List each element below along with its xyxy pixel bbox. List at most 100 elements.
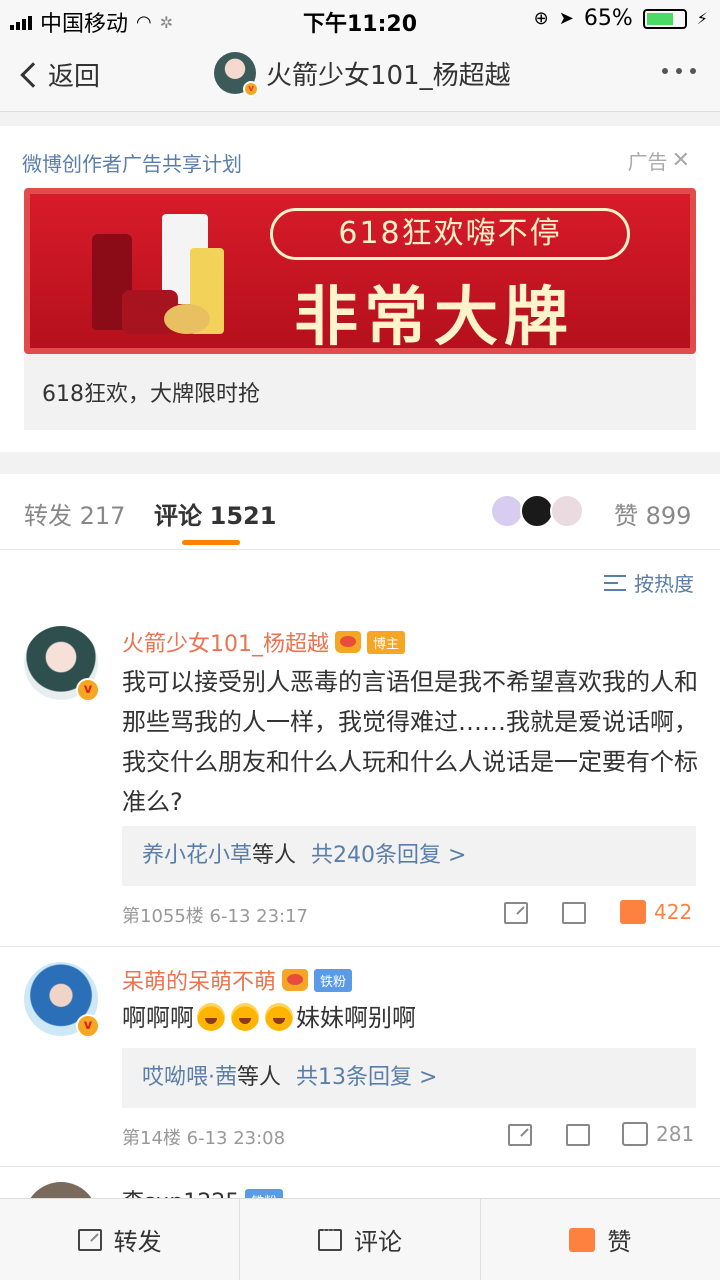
- ad-tag: 广告: [627, 150, 668, 174]
- comment-text-part: 啊啊啊: [122, 1004, 194, 1032]
- reply-comment-button[interactable]: [566, 1118, 590, 1146]
- like-count: 422: [654, 900, 693, 924]
- like-comment-button[interactable]: 422: [620, 900, 692, 924]
- reply-count: 共13条回复 >: [296, 1065, 438, 1090]
- repost-button[interactable]: 转发: [0, 1199, 241, 1280]
- tab-repost-label: 转发: [24, 502, 72, 530]
- active-tab-indicator: [182, 540, 240, 545]
- reply-middle: 等人: [237, 1065, 282, 1090]
- comment-username[interactable]: 火箭少女101_杨超越 博主: [122, 626, 406, 658]
- location-icon: ➤: [558, 8, 574, 29]
- navigation-bar: 返回 v 火箭少女101_杨超越: [0, 36, 720, 112]
- ad-caption[interactable]: 618狂欢，大牌限时抢: [24, 354, 696, 430]
- comment-username[interactable]: 呆萌的呆萌不萌 铁粉: [122, 964, 353, 996]
- crown-icon: [335, 631, 361, 653]
- verified-icon: v: [76, 1014, 100, 1038]
- rotation-lock-icon: ⊕: [533, 8, 549, 29]
- ad-close-button[interactable]: 广告 ✕: [628, 146, 690, 175]
- reply-users: 哎呦喂·茜: [142, 1065, 237, 1090]
- comment-icon: [562, 896, 586, 924]
- share-icon: [508, 1124, 532, 1146]
- battery-percent: 65%: [583, 6, 633, 31]
- interaction-tabs: 转发 217 评论 1521 赞 899: [0, 474, 720, 550]
- laughing-emoji-icon: [197, 1003, 225, 1031]
- ad-sponsor-title[interactable]: 微博创作者广告共享计划: [22, 148, 242, 177]
- comment-floor: 第14楼: [122, 1128, 181, 1149]
- back-label: 返回: [48, 62, 101, 92]
- avatar[interactable]: v: [24, 626, 100, 702]
- divider: [0, 946, 720, 947]
- sort-label: 按热度: [634, 572, 694, 596]
- blogger-badge: 博主: [367, 630, 406, 654]
- product-capsules-icon: [164, 304, 210, 334]
- liker-avatar: [520, 494, 554, 528]
- comment-replies-link[interactable]: 哎呦喂·茜等人 共13条回复 >: [122, 1048, 696, 1108]
- comment-floor: 第1055楼: [122, 906, 204, 927]
- liker-avatars[interactable]: [490, 494, 584, 528]
- comment-replies-link[interactable]: 养小花小草等人 共240条回复 >: [122, 826, 696, 886]
- repost-comment-button[interactable]: [508, 1124, 532, 1146]
- comment-text: 啊啊啊 妹妹啊别啊: [122, 998, 698, 1038]
- repost-comment-button[interactable]: [504, 902, 528, 924]
- comment-button[interactable]: 评论: [240, 1199, 481, 1280]
- like-count: 281: [656, 1122, 695, 1146]
- comment-meta: 第14楼 6-13 23:08: [122, 1124, 285, 1150]
- reply-users: 养小花小草: [142, 843, 253, 868]
- bottom-toolbar: 转发 评论 赞: [0, 1198, 720, 1280]
- back-button[interactable]: 返回: [18, 56, 100, 93]
- tab-repost-count: 217: [79, 502, 126, 530]
- chevron-left-icon: [20, 61, 46, 88]
- reply-comment-button[interactable]: [562, 896, 586, 924]
- comment-time: 6-13 23:17: [209, 906, 308, 927]
- tab-like-label: 赞: [614, 502, 638, 530]
- avatar[interactable]: v: [24, 962, 100, 1038]
- comment-username-text: 火箭少女101_杨超越: [122, 632, 329, 657]
- comment-icon: [317, 1223, 342, 1251]
- tab-comment-label: 评论: [154, 502, 202, 530]
- thumbs-up-icon: [620, 900, 646, 924]
- comment-username-text: 呆萌的呆萌不萌: [122, 970, 277, 995]
- comment-text: 我可以接受别人恶毒的言语但是我不希望喜欢我的人和那些骂我的人一样，我觉得难过………: [122, 668, 698, 816]
- ad-banner-image[interactable]: 618狂欢嗨不停 非常大牌: [24, 188, 696, 354]
- liker-avatar: [490, 494, 524, 528]
- comment-icon: [566, 1118, 590, 1146]
- like-comment-button[interactable]: 281: [622, 1122, 694, 1146]
- repost-label: 转发: [113, 1228, 162, 1256]
- like-button[interactable]: 赞: [481, 1199, 720, 1280]
- tab-like-count: 899: [645, 502, 692, 530]
- ad-card[interactable]: 微博创作者广告共享计划 广告 ✕ 618狂欢嗨不停 非常大牌 618狂欢，大牌限…: [0, 126, 720, 452]
- comment-label: 评论: [353, 1228, 402, 1256]
- tab-comment-count: 1521: [209, 502, 277, 530]
- thumbs-up-icon: [622, 1122, 648, 1146]
- charging-icon: ⚡: [696, 9, 708, 28]
- tab-like[interactable]: 赞 899: [614, 496, 691, 531]
- comment-time: 6-13 23:08: [186, 1128, 286, 1149]
- reply-count: 共240条回复 >: [311, 843, 467, 868]
- crown-icon: [282, 969, 309, 991]
- verified-icon: v: [76, 678, 100, 702]
- comment-meta: 第1055楼 6-13 23:17: [122, 902, 308, 928]
- laughing-emoji-icon: [265, 1003, 293, 1031]
- status-bar: 中国移动 ◠ ✲ 下午11:20 ⊕ ➤ 65% ⚡: [0, 0, 720, 37]
- page-title-text: 火箭少女101_杨超越: [266, 60, 511, 91]
- share-icon: [77, 1228, 102, 1251]
- laughing-emoji-icon: [231, 1003, 259, 1031]
- share-icon: [504, 902, 528, 924]
- sort-icon: [604, 574, 626, 591]
- ad-banner-headline: 非常大牌: [294, 281, 574, 354]
- more-options-button[interactable]: [662, 68, 696, 74]
- thumbs-up-icon: [569, 1227, 596, 1252]
- battery-icon: [642, 8, 687, 29]
- comment-text-part: 妹妹啊别啊: [296, 1004, 416, 1032]
- tab-comment[interactable]: 评论 1521: [154, 496, 276, 531]
- close-icon: ✕: [671, 148, 690, 173]
- ad-banner-slogan: 618狂欢嗨不停: [270, 208, 630, 260]
- comment-list: 按热度 v 火箭少女101_杨超越 博主 我可以接受别人恶毒的言语但是我不希望喜…: [0, 550, 720, 1200]
- divider: [0, 1166, 720, 1167]
- like-label: 赞: [607, 1228, 632, 1256]
- verified-icon: v: [243, 81, 259, 97]
- tab-repost[interactable]: 转发 217: [24, 496, 125, 531]
- reply-middle: 等人: [252, 843, 297, 868]
- sort-by-popularity-button[interactable]: 按热度: [604, 568, 694, 597]
- page-title[interactable]: v 火箭少女101_杨超越: [214, 52, 511, 97]
